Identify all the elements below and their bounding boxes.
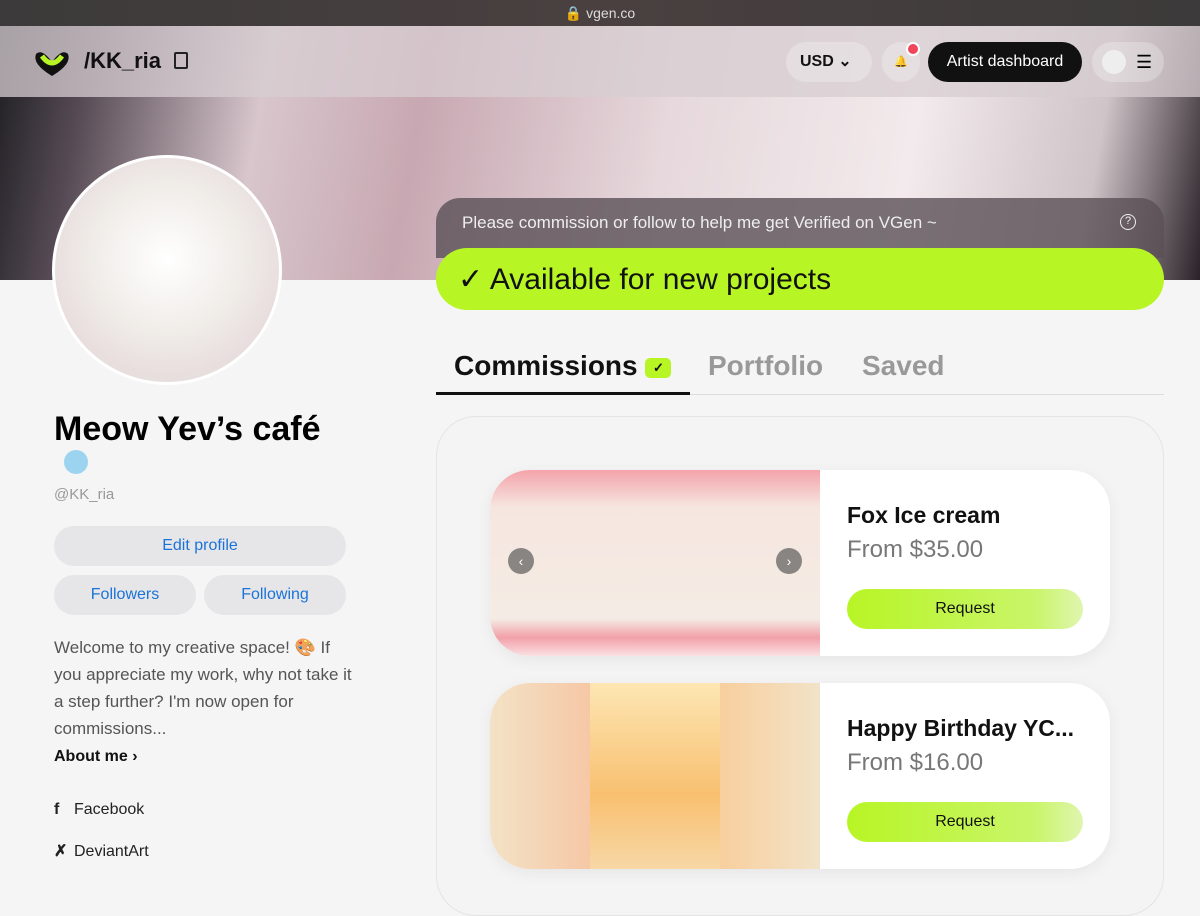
- commission-title: Happy Birthday YC...: [847, 715, 1075, 741]
- badge-emoji-icon: [64, 450, 88, 474]
- tab-label: Commissions: [454, 350, 638, 381]
- request-button[interactable]: Request: [847, 802, 1083, 842]
- commission-thumbnail: [490, 470, 820, 656]
- tab-portfolio[interactable]: Portfolio: [708, 350, 823, 382]
- commission-card[interactable]: Happy Birthday YC... From $16.00 Request: [490, 683, 1110, 869]
- help-icon[interactable]: ?: [1120, 214, 1136, 230]
- chevron-right-icon[interactable]: ›: [776, 548, 802, 574]
- social-label: DeviantArt: [74, 843, 149, 860]
- currency-select[interactable]: USD ⌄: [786, 42, 872, 82]
- commission-price: From $16.00: [847, 749, 984, 776]
- verify-text: Please commission or follow to help me g…: [462, 213, 937, 232]
- currency-value: USD: [800, 53, 834, 70]
- chevron-left-icon[interactable]: ‹: [508, 548, 534, 574]
- followers-button[interactable]: Followers: [54, 575, 196, 615]
- tab-saved[interactable]: Saved: [862, 350, 945, 382]
- commission-price: From $35.00: [847, 536, 984, 563]
- commission-title: Fox Ice cream: [847, 502, 1001, 528]
- edit-profile-button[interactable]: Edit profile: [54, 526, 346, 566]
- browser-url-bar[interactable]: 🔒 vgen.co: [0, 0, 1200, 26]
- artist-dashboard-button[interactable]: Artist dashboard: [928, 42, 1082, 82]
- deviantart-icon: ✗: [54, 843, 68, 860]
- availability-banner: ✓ Available for new projects: [436, 248, 1164, 310]
- profile-avatar: [52, 155, 282, 385]
- profile-username: @KK_ria: [54, 486, 115, 503]
- request-button[interactable]: Request: [847, 589, 1083, 629]
- profile-handle: /KK_ria: [84, 48, 162, 73]
- check-icon: ✓: [645, 357, 672, 378]
- social-link-deviantart[interactable]: ✗ DeviantArt: [54, 841, 149, 861]
- tab-commissions[interactable]: Commissions ✓: [454, 350, 672, 382]
- notification-badge: [906, 42, 920, 56]
- copy-icon[interactable]: [174, 52, 188, 69]
- social-label: Facebook: [74, 801, 145, 818]
- following-button[interactable]: Following: [204, 575, 346, 615]
- hamburger-icon: ☰: [1136, 52, 1153, 72]
- chevron-down-icon: ⌄: [838, 53, 852, 70]
- top-nav: /KK_ria USD ⌄ 🔔 Artist dashboard ☰: [0, 26, 1200, 97]
- commission-card[interactable]: ‹ › Fox Ice cream From $35.00 Request: [490, 470, 1110, 656]
- about-me-link[interactable]: About me ›: [54, 748, 138, 766]
- bell-icon: 🔔: [894, 56, 908, 68]
- active-tab-indicator: [436, 392, 690, 395]
- commission-thumbnail: [490, 683, 820, 869]
- user-menu-button[interactable]: ☰: [1092, 42, 1164, 82]
- poster-image: [590, 683, 720, 869]
- vgen-logo-icon[interactable]: [32, 46, 72, 78]
- profile-bio: Welcome to my creative space! 🎨 If you a…: [54, 638, 352, 738]
- user-avatar: [1102, 50, 1126, 74]
- social-link-facebook[interactable]: f Facebook: [54, 801, 144, 819]
- profile-name: Meow Yev’s café: [54, 410, 321, 448]
- facebook-icon: f: [54, 801, 60, 818]
- url-text: vgen.co: [586, 5, 636, 21]
